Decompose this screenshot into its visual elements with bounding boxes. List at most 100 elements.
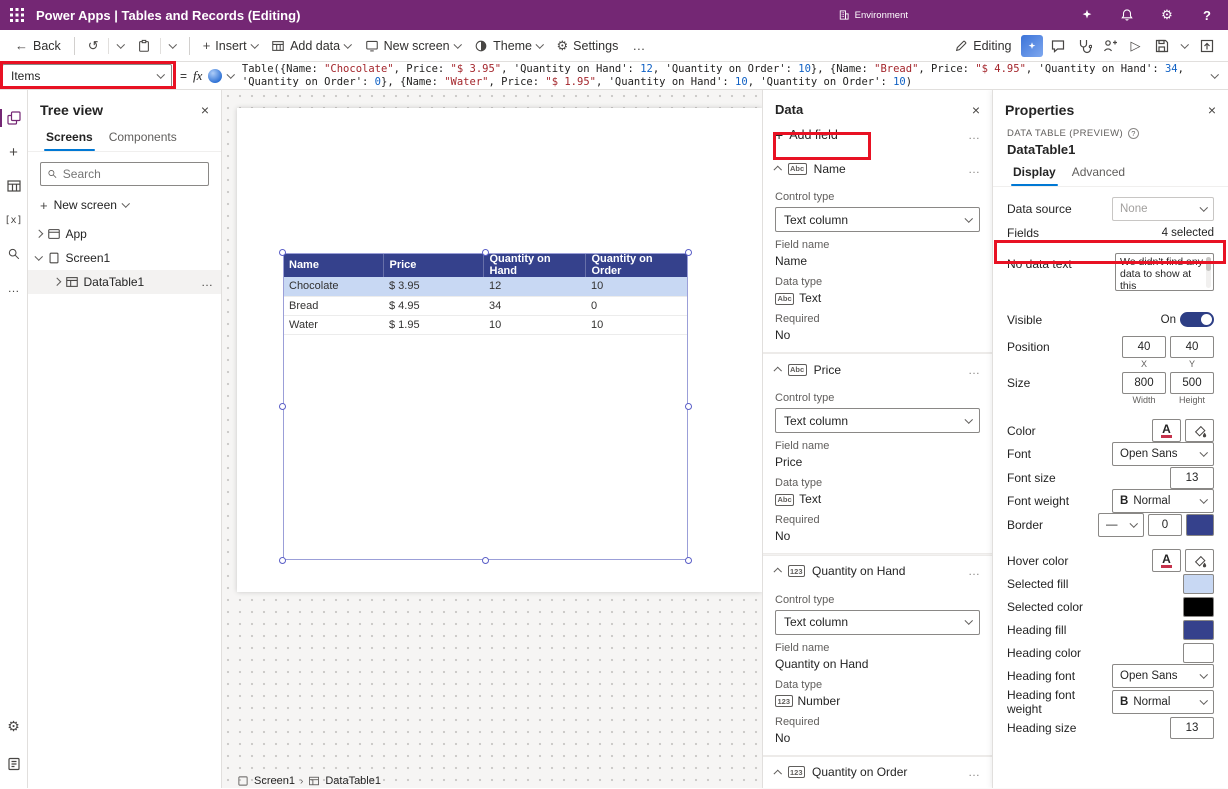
hover-fill-color-button[interactable] — [1185, 549, 1214, 572]
copilot-icon-button[interactable] — [1019, 33, 1045, 59]
tree-view-rail-icon[interactable] — [1, 104, 27, 132]
toolbar-overflow-button[interactable]: … — [625, 33, 652, 59]
environment-picker[interactable]: Environment — [838, 9, 908, 21]
control-type-dropdown[interactable]: Text column — [775, 207, 980, 232]
undo-button[interactable]: ↺ — [81, 33, 106, 59]
resize-handle[interactable] — [482, 249, 489, 256]
save-options-chevron[interactable] — [1175, 33, 1195, 59]
border-color-swatch[interactable] — [1186, 514, 1214, 536]
size-height-input[interactable] — [1170, 372, 1214, 394]
border-width-input[interactable] — [1148, 514, 1182, 536]
field-section-header[interactable]: Abc Price … — [763, 354, 992, 385]
resize-handle[interactable] — [685, 403, 692, 410]
insert-menu[interactable]: + Insert — [196, 33, 264, 59]
help-question-icon[interactable]: ? — [1196, 4, 1218, 26]
publish-icon-button[interactable] — [1194, 33, 1220, 59]
tree-item-screen1[interactable]: Screen1 — [28, 246, 221, 270]
more-icon[interactable]: … — [968, 564, 980, 578]
new-screen-menu[interactable]: New screen — [358, 33, 468, 59]
app-settings-gear-icon[interactable]: ⚙ — [1, 712, 27, 740]
app-launcher-waffle-icon[interactable] — [0, 0, 34, 30]
border-style-dropdown[interactable]: — — [1098, 513, 1144, 537]
save-icon-button[interactable] — [1149, 33, 1175, 59]
scrollbar[interactable] — [1206, 257, 1211, 288]
preview-play-icon-button[interactable]: ▷ — [1123, 33, 1149, 59]
tab-screens[interactable]: Screens — [40, 124, 99, 151]
position-y-input[interactable] — [1170, 336, 1214, 358]
position-x-input[interactable] — [1122, 336, 1166, 358]
close-icon[interactable]: × — [201, 103, 209, 117]
breadcrumb-control[interactable]: DataTable1 — [325, 775, 381, 787]
font-dropdown[interactable]: Open Sans — [1112, 442, 1214, 466]
insert-rail-icon[interactable]: + — [1, 138, 27, 166]
share-icon-button[interactable] — [1097, 33, 1123, 59]
resize-handle[interactable] — [279, 249, 286, 256]
formula-bar-expand-chevron[interactable] — [1202, 63, 1228, 89]
heading-font-dropdown[interactable]: Open Sans — [1112, 664, 1214, 688]
heading-color-swatch[interactable] — [1183, 643, 1214, 663]
app-checker-icon-button[interactable] — [1071, 33, 1097, 59]
close-icon[interactable]: × — [972, 103, 980, 117]
hover-font-color-button[interactable]: A — [1152, 549, 1181, 572]
search-rail-icon[interactable] — [1, 240, 27, 268]
tree-search-box[interactable] — [40, 162, 209, 186]
tab-components[interactable]: Components — [103, 124, 183, 151]
resize-handle[interactable] — [279, 403, 286, 410]
fill-color-button[interactable] — [1185, 419, 1214, 442]
visible-toggle[interactable] — [1180, 312, 1214, 327]
breadcrumb-screen[interactable]: Screen1 — [254, 775, 295, 787]
font-weight-dropdown[interactable]: BNormal — [1112, 489, 1214, 513]
formula-input[interactable]: Table({Name: "Chocolate", Price: "$ 3.95… — [242, 62, 1202, 90]
tab-advanced[interactable]: Advanced — [1066, 159, 1131, 186]
notifications-bell-icon[interactable] — [1116, 4, 1138, 26]
add-field-button[interactable]: + Add field — [775, 127, 838, 143]
tab-display[interactable]: Display — [1007, 159, 1062, 186]
search-input[interactable] — [63, 167, 202, 181]
back-button[interactable]: ← Back — [8, 33, 68, 59]
control-type-dropdown[interactable]: Text column — [775, 408, 980, 433]
add-data-menu[interactable]: Add data — [264, 33, 358, 59]
comments-icon-button[interactable] — [1045, 33, 1071, 59]
more-icon[interactable]: … — [968, 363, 980, 377]
field-section-header[interactable]: 123 Quantity on Order … — [763, 757, 992, 788]
copilot-icon[interactable] — [1076, 4, 1098, 26]
theme-menu[interactable]: Theme — [467, 33, 549, 59]
size-width-input[interactable] — [1122, 372, 1166, 394]
field-section-header[interactable]: 123 Quantity on Hand … — [763, 556, 992, 587]
data-rail-icon[interactable] — [1, 172, 27, 200]
info-icon[interactable]: ? — [1128, 128, 1139, 139]
chevron-down-icon[interactable] — [227, 70, 235, 78]
canvas-area[interactable]: Name Price Quantity on Hand Quantity on … — [222, 90, 762, 788]
field-section-header[interactable]: Abc Name … — [763, 153, 992, 184]
settings-gear-icon[interactable]: ⚙ — [1156, 4, 1178, 26]
advanced-tools-icon[interactable] — [1, 750, 27, 778]
fields-selected-value[interactable]: 4 selected — [1162, 227, 1214, 239]
tree-item-datatable1[interactable]: DataTable1 … — [28, 270, 221, 294]
close-icon[interactable]: × — [1208, 103, 1216, 117]
undo-menu-chevron[interactable] — [111, 33, 131, 59]
tree-item-app[interactable]: App — [28, 222, 221, 246]
property-selector-dropdown[interactable]: Items — [2, 64, 172, 88]
paste-button[interactable] — [130, 33, 158, 59]
more-icon[interactable]: … — [968, 128, 980, 142]
more-icon[interactable]: … — [968, 162, 980, 176]
more-icon[interactable]: … — [968, 765, 980, 779]
heading-font-weight-dropdown[interactable]: BNormal — [1112, 690, 1214, 714]
settings-button[interactable]: ⚙ Settings — [550, 33, 626, 59]
font-color-button[interactable]: A — [1152, 419, 1181, 442]
data-table-control[interactable]: Name Price Quantity on Hand Quantity on … — [283, 253, 688, 560]
editing-mode-button[interactable]: Editing — [947, 33, 1018, 59]
heading-fill-swatch[interactable] — [1183, 620, 1214, 640]
selected-color-swatch[interactable] — [1183, 597, 1214, 617]
variables-rail-icon[interactable]: [x] — [1, 206, 27, 234]
font-size-input[interactable] — [1170, 467, 1214, 489]
resize-handle[interactable] — [685, 557, 692, 564]
control-type-dropdown[interactable]: Text column — [775, 610, 980, 635]
resize-handle[interactable] — [685, 249, 692, 256]
formula-assistant-icon[interactable] — [208, 69, 222, 83]
more-icon[interactable]: … — [201, 275, 213, 289]
paste-menu-chevron[interactable] — [163, 33, 183, 59]
resize-handle[interactable] — [482, 557, 489, 564]
heading-size-input[interactable] — [1170, 717, 1214, 739]
selected-fill-swatch[interactable] — [1183, 574, 1214, 594]
